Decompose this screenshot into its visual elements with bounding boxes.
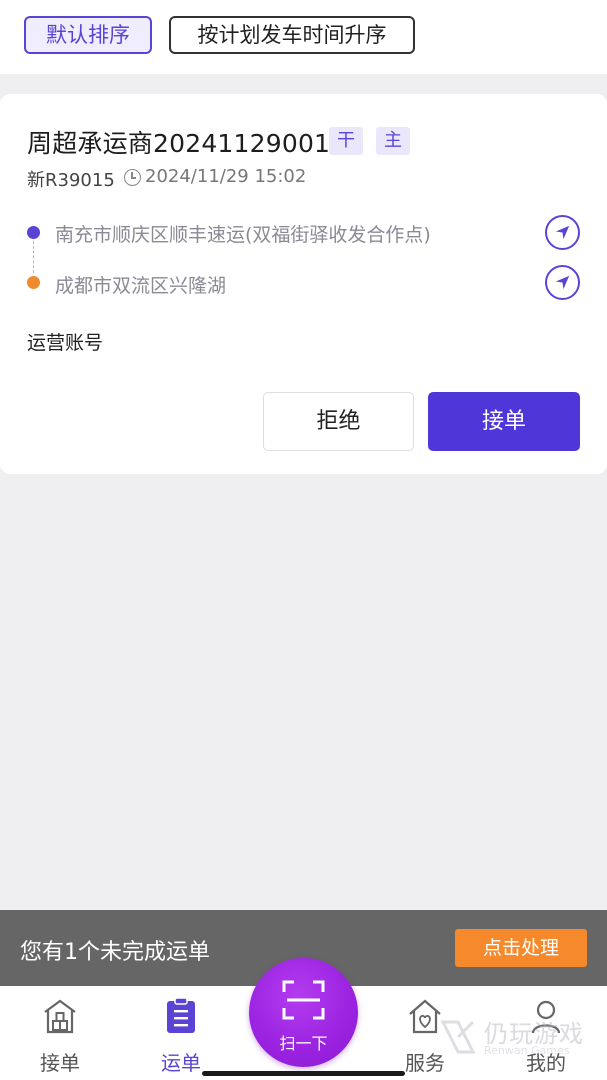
- watermark: 仍玩游戏 Renwan Games: [438, 1014, 598, 1064]
- navigate-destination-button[interactable]: [545, 265, 580, 300]
- account-label: 运营账号: [27, 332, 104, 354]
- banner-text: 您有1个未完成运单: [20, 940, 210, 965]
- route-connector: [33, 241, 34, 273]
- carrier-title: 周超承运商20241129001: [27, 129, 331, 158]
- vehicle-plate: 新R39015: [27, 170, 115, 191]
- tab-accept-orders[interactable]: 接单: [15, 986, 105, 1080]
- tab-label: 接单: [40, 1051, 80, 1075]
- navigation-arrow-icon: [555, 225, 570, 240]
- navigate-origin-button[interactable]: [545, 215, 580, 250]
- home-indicator: [202, 1071, 405, 1076]
- origin-dot-icon: [27, 226, 40, 239]
- destination-address: 成都市双流区兴隆湖: [55, 275, 227, 297]
- reject-button[interactable]: 拒绝: [263, 392, 414, 451]
- scan-label: 扫一下: [279, 1034, 328, 1053]
- warehouse-icon: [44, 999, 76, 1034]
- sort-default-chip[interactable]: 默认排序: [24, 16, 152, 54]
- origin-address: 南充市顺庆区顺丰速运(双福街驿收发合作点): [55, 224, 431, 246]
- sort-by-departure-chip[interactable]: 按计划发车时间升序: [169, 16, 415, 54]
- clipboard-icon: [167, 997, 195, 1033]
- watermark-subtext: Renwan Games: [484, 1044, 570, 1057]
- sort-bar: 默认排序 按计划发车时间升序: [0, 0, 607, 74]
- scan-frame-icon: [282, 980, 325, 1020]
- watermark-logo-icon: [440, 1020, 476, 1054]
- tag-trunk: 干: [329, 127, 363, 155]
- order-card[interactable]: 周超承运商20241129001 干 主 新R39015 2024/11/29 …: [0, 94, 607, 474]
- tag-main: 主: [376, 127, 410, 155]
- scan-button[interactable]: 扫一下: [249, 958, 358, 1067]
- clock-icon: [124, 169, 141, 186]
- order-datetime: 2024/11/29 15:02: [145, 166, 307, 187]
- tab-waybills[interactable]: 运单: [136, 986, 226, 1080]
- navigation-arrow-icon: [555, 275, 570, 290]
- accept-button[interactable]: 接单: [428, 392, 580, 451]
- destination-dot-icon: [27, 276, 40, 289]
- handle-button[interactable]: 点击处理: [455, 929, 587, 967]
